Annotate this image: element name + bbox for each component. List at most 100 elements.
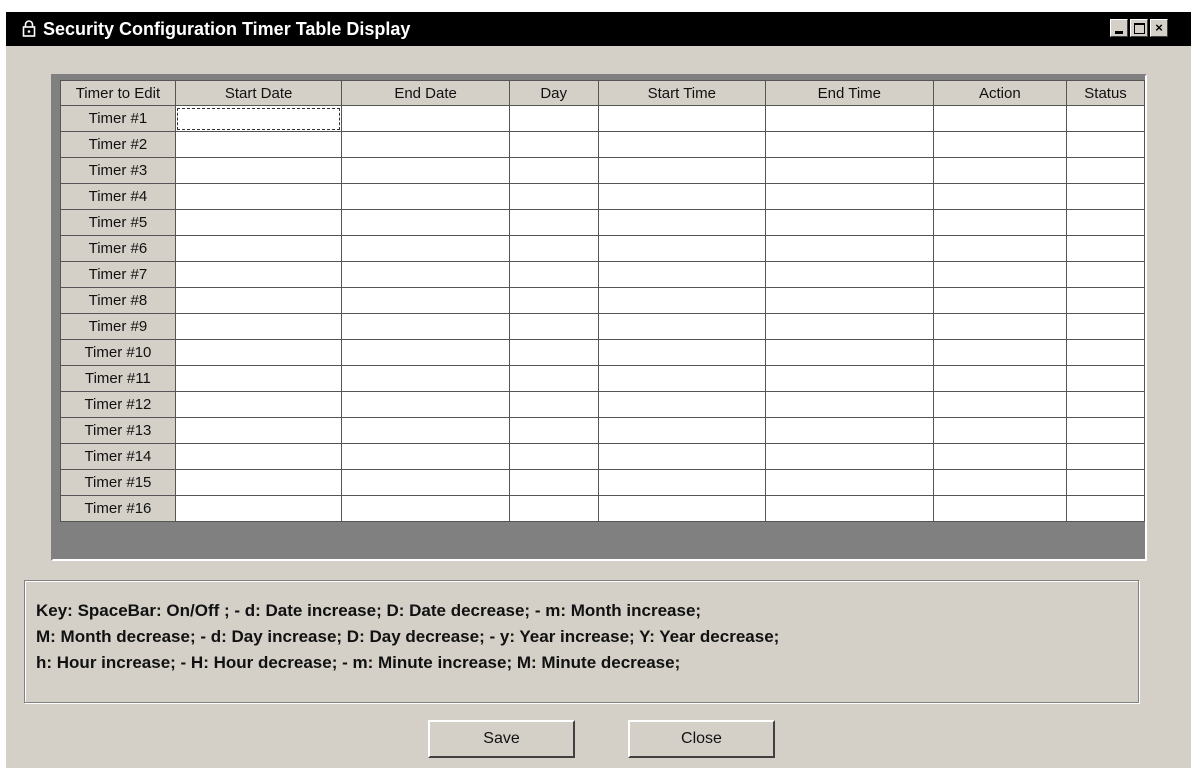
- table-cell[interactable]: [1066, 469, 1145, 496]
- table-cell[interactable]: [341, 105, 510, 132]
- table-cell[interactable]: [341, 313, 510, 340]
- save-button[interactable]: Save: [428, 720, 575, 758]
- table-cell[interactable]: [765, 287, 934, 314]
- table-cell[interactable]: [508, 235, 599, 262]
- table-cell[interactable]: [1066, 131, 1145, 158]
- table-cell[interactable]: [1066, 287, 1145, 314]
- table-cell[interactable]: [174, 183, 343, 210]
- row-header-timer[interactable]: Timer #5: [60, 209, 176, 236]
- table-cell[interactable]: [1066, 157, 1145, 184]
- table-cell[interactable]: [932, 391, 1068, 418]
- row-header-timer[interactable]: Timer #12: [60, 391, 176, 418]
- table-cell[interactable]: [597, 105, 767, 132]
- table-cell[interactable]: [508, 261, 599, 288]
- table-cell[interactable]: [765, 313, 934, 340]
- table-cell[interactable]: [174, 157, 343, 184]
- table-cell[interactable]: [597, 131, 767, 158]
- column-header-start-time[interactable]: Start Time: [597, 80, 767, 106]
- table-cell[interactable]: [341, 339, 510, 366]
- table-cell[interactable]: [1066, 183, 1145, 210]
- table-cell[interactable]: [508, 287, 599, 314]
- table-cell[interactable]: [1066, 313, 1145, 340]
- close-icon[interactable]: ×: [1150, 19, 1168, 37]
- table-cell[interactable]: [1066, 417, 1145, 444]
- table-cell[interactable]: [932, 209, 1068, 236]
- table-cell[interactable]: [508, 469, 599, 496]
- table-cell[interactable]: [932, 287, 1068, 314]
- table-cell[interactable]: [508, 131, 599, 158]
- table-cell[interactable]: [932, 183, 1068, 210]
- table-cell[interactable]: [932, 157, 1068, 184]
- table-cell[interactable]: [765, 339, 934, 366]
- table-cell[interactable]: [597, 417, 767, 444]
- row-header-timer[interactable]: Timer #2: [60, 131, 176, 158]
- table-cell[interactable]: [1066, 365, 1145, 392]
- table-cell[interactable]: [341, 157, 510, 184]
- table-cell[interactable]: [932, 313, 1068, 340]
- table-cell[interactable]: [341, 417, 510, 444]
- table-cell[interactable]: [174, 495, 343, 522]
- column-header-status[interactable]: Status: [1066, 80, 1145, 106]
- table-cell[interactable]: [508, 443, 599, 470]
- table-cell[interactable]: [341, 235, 510, 262]
- table-cell[interactable]: [932, 417, 1068, 444]
- table-cell[interactable]: [174, 131, 343, 158]
- table-cell[interactable]: [508, 105, 599, 132]
- close-button[interactable]: Close: [628, 720, 775, 758]
- table-cell[interactable]: [597, 235, 767, 262]
- row-header-timer[interactable]: Timer #8: [60, 287, 176, 314]
- row-header-timer[interactable]: Timer #14: [60, 443, 176, 470]
- table-cell[interactable]: [174, 313, 343, 340]
- row-header-timer[interactable]: Timer #16: [60, 495, 176, 522]
- table-cell[interactable]: [174, 417, 343, 444]
- table-cell[interactable]: [174, 391, 343, 418]
- row-header-timer[interactable]: Timer #7: [60, 261, 176, 288]
- table-cell[interactable]: [341, 287, 510, 314]
- table-cell[interactable]: [341, 495, 510, 522]
- table-cell[interactable]: [508, 157, 599, 184]
- table-cell[interactable]: [932, 105, 1068, 132]
- table-cell[interactable]: [508, 417, 599, 444]
- column-header-action[interactable]: Action: [932, 80, 1068, 106]
- table-cell[interactable]: [765, 131, 934, 158]
- table-cell[interactable]: [1066, 391, 1145, 418]
- table-cell[interactable]: [765, 443, 934, 470]
- row-header-timer[interactable]: Timer #9: [60, 313, 176, 340]
- table-cell[interactable]: [765, 235, 934, 262]
- title-bar[interactable]: Security Configuration Timer Table Displ…: [6, 12, 1191, 46]
- table-cell[interactable]: [765, 469, 934, 496]
- table-cell[interactable]: [508, 209, 599, 236]
- table-cell[interactable]: [174, 209, 343, 236]
- table-cell[interactable]: [508, 495, 599, 522]
- table-cell[interactable]: [597, 391, 767, 418]
- table-cell[interactable]: [765, 391, 934, 418]
- table-cell[interactable]: [1066, 495, 1145, 522]
- row-header-timer[interactable]: Timer #15: [60, 469, 176, 496]
- table-cell[interactable]: [174, 105, 343, 132]
- table-cell[interactable]: [765, 495, 934, 522]
- column-header-end-date[interactable]: End Date: [341, 80, 510, 106]
- table-cell[interactable]: [341, 183, 510, 210]
- column-header-timer-to-edit[interactable]: Timer to Edit: [60, 80, 176, 106]
- table-cell[interactable]: [341, 391, 510, 418]
- column-header-start-date[interactable]: Start Date: [174, 80, 343, 106]
- table-cell[interactable]: [765, 209, 934, 236]
- table-cell[interactable]: [174, 287, 343, 314]
- table-cell[interactable]: [174, 339, 343, 366]
- table-cell[interactable]: [1066, 443, 1145, 470]
- table-cell[interactable]: [932, 131, 1068, 158]
- table-cell[interactable]: [341, 209, 510, 236]
- table-cell[interactable]: [597, 209, 767, 236]
- table-cell[interactable]: [508, 391, 599, 418]
- column-header-end-time[interactable]: End Time: [765, 80, 934, 106]
- table-cell[interactable]: [508, 183, 599, 210]
- table-cell[interactable]: [341, 469, 510, 496]
- table-cell[interactable]: [765, 105, 934, 132]
- table-cell[interactable]: [765, 261, 934, 288]
- table-cell[interactable]: [932, 495, 1068, 522]
- table-cell[interactable]: [597, 313, 767, 340]
- table-cell[interactable]: [932, 235, 1068, 262]
- row-header-timer[interactable]: Timer #13: [60, 417, 176, 444]
- table-cell[interactable]: [341, 365, 510, 392]
- table-cell[interactable]: [932, 261, 1068, 288]
